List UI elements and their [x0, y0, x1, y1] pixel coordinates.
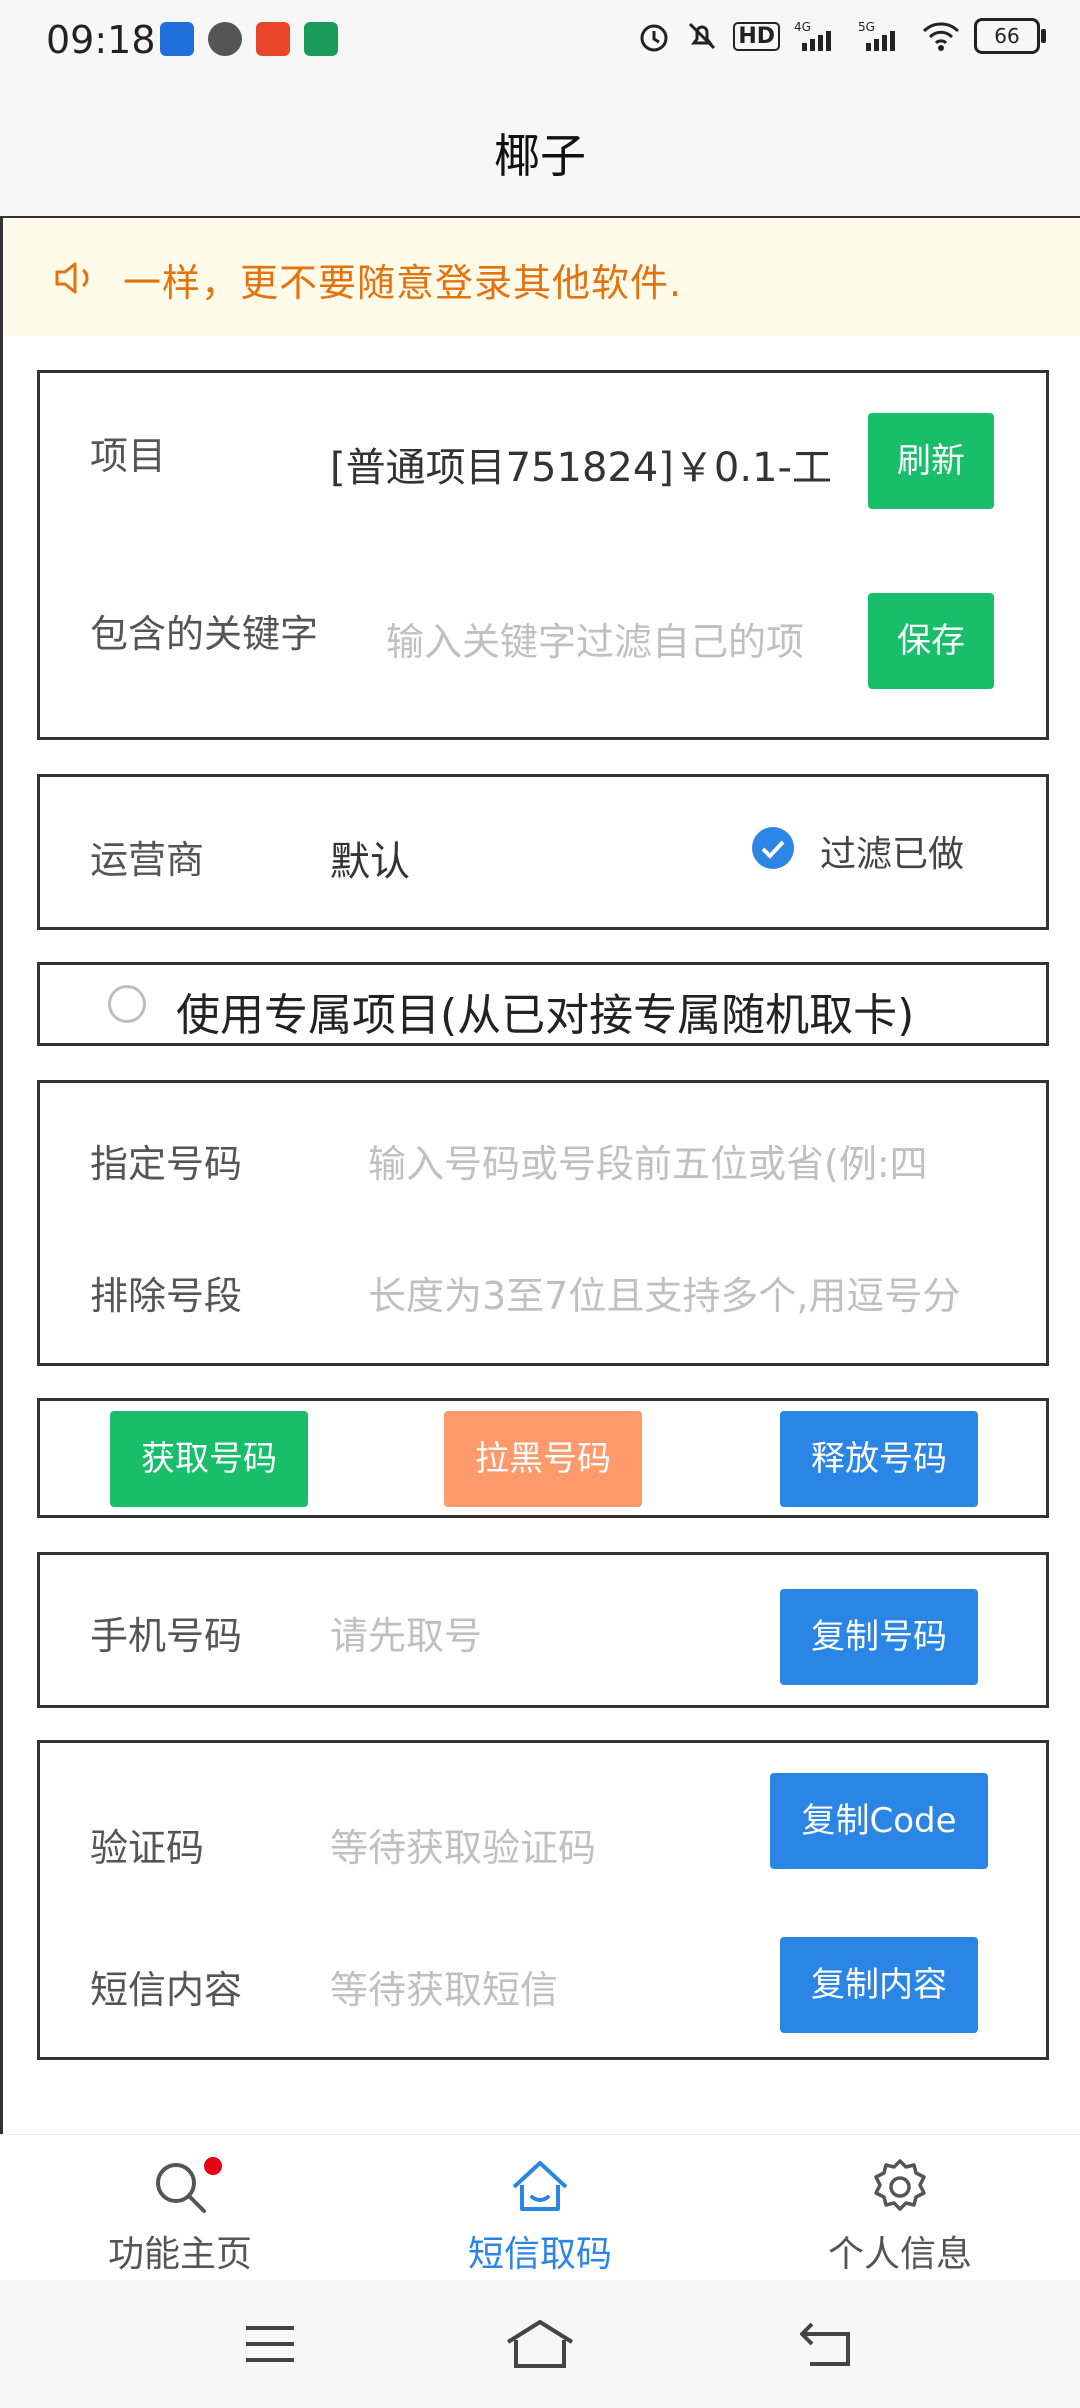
wifi-icon [922, 22, 960, 51]
svg-text:4G: 4G [794, 20, 811, 34]
specify-number-input[interactable]: 输入号码或号段前五位或省(例:四 [368, 1133, 1004, 1188]
refresh-button[interactable]: 刷新 [868, 413, 994, 509]
tab-home-label: 功能主页 [107, 2234, 252, 2275]
status-bar: 09:18 HD 4G 5G 66 [0, 0, 1080, 84]
phone-number-card: 手机号码 请先取号 复制号码 [37, 1552, 1049, 1708]
sms-card: 验证码 等待获取验证码 复制Code 短信内容 等待获取短信 复制内容 [37, 1740, 1049, 2060]
app-notification-icon [160, 22, 194, 56]
notification-icons [160, 22, 338, 56]
signal-4g-icon: 4G [794, 20, 831, 51]
verification-code-label: 验证码 [90, 1826, 205, 1870]
phone-number-label: 手机号码 [90, 1614, 243, 1658]
alarm-icon [640, 24, 668, 52]
tab-profile[interactable]: 个人信息 [780, 2135, 1020, 2281]
actions-card: 获取号码 拉黑号码 释放号码 [37, 1398, 1049, 1518]
tab-sms[interactable]: 短信取码 [420, 2135, 660, 2281]
home-nav-icon[interactable] [504, 2316, 576, 2372]
exclude-segment-input[interactable]: 长度为3至7位且支持多个,用逗号分 [368, 1265, 1004, 1320]
gear-icon [874, 2159, 926, 2211]
sms-content-label: 短信内容 [90, 1968, 243, 2012]
home-icon [512, 2161, 568, 2211]
carrier-select[interactable]: 默认 [330, 829, 410, 887]
speaker-icon [55, 262, 89, 294]
menu-icon[interactable] [240, 2316, 300, 2372]
copy-number-button[interactable]: 复制号码 [780, 1589, 978, 1685]
notice-text: 一样，更不要随意登录其他软件. [123, 261, 683, 305]
tab-home[interactable]: 功能主页 [60, 2135, 300, 2281]
project-select[interactable]: [普通项目751824]￥0.1-工 [330, 435, 840, 493]
sms-content-value: 等待获取短信 [330, 1968, 559, 2012]
block-number-button[interactable]: 拉黑号码 [444, 1411, 642, 1507]
release-number-button[interactable]: 释放号码 [780, 1411, 978, 1507]
hd-icon: HD [733, 21, 780, 51]
carrier-card: 运营商 默认 过滤已做 [37, 774, 1049, 930]
signal-5g-icon: 5G [858, 20, 895, 51]
system-nav-bar [0, 2280, 1080, 2408]
page-title: 椰子 [494, 129, 586, 183]
exclusive-radio[interactable] [108, 985, 146, 1023]
notice-bar: 一样，更不要随意登录其他软件. [3, 218, 1080, 336]
exclusive-card: 使用专属项目(从已对接专属随机取卡) [37, 962, 1049, 1046]
carrier-label: 运营商 [90, 838, 205, 882]
mute-icon [689, 22, 716, 50]
battery-icon: 66 [974, 18, 1046, 54]
message-icon [208, 22, 242, 56]
back-icon[interactable] [796, 2316, 856, 2372]
svg-text:5G: 5G [858, 20, 875, 34]
navigation-bar: 椰子 [0, 84, 1080, 218]
exclude-segment-label: 排除号段 [90, 1274, 243, 1318]
check-icon [761, 840, 785, 859]
save-button[interactable]: 保存 [868, 593, 994, 689]
notification-dot [204, 2157, 222, 2175]
copy-code-button[interactable]: 复制Code [770, 1773, 988, 1869]
number-filter-card: 指定号码 输入号码或号段前五位或省(例:四 排除号段 长度为3至7位且支持多个,… [37, 1080, 1049, 1366]
specify-number-label: 指定号码 [90, 1142, 243, 1186]
status-right: HD 4G 5G 66 [637, 18, 1046, 54]
exclusive-label[interactable]: 使用专属项目(从已对接专属随机取卡) [176, 979, 914, 1043]
get-number-button[interactable]: 获取号码 [110, 1411, 308, 1507]
verification-code-value: 等待获取验证码 [330, 1826, 597, 1870]
keyword-label: 包含的关键字 [90, 612, 319, 656]
search-icon [156, 2163, 206, 2213]
app-notification-icon [304, 22, 338, 56]
tab-profile-label: 个人信息 [827, 2234, 972, 2275]
main-content: 一样，更不要随意登录其他软件. 项目 [普通项目751824]￥0.1-工 刷新… [0, 218, 1080, 2134]
app-notification-icon [256, 22, 290, 56]
filter-done-label: 过滤已做 [820, 834, 965, 875]
project-card: 项目 [普通项目751824]￥0.1-工 刷新 包含的关键字 输入关键字过滤自… [37, 370, 1049, 740]
tab-sms-label: 短信取码 [467, 2234, 612, 2275]
project-label: 项目 [90, 434, 167, 478]
filter-done-checkbox[interactable] [752, 827, 794, 869]
status-time: 09:18 [46, 18, 156, 62]
phone-number-value: 请先取号 [330, 1614, 483, 1658]
keyword-input[interactable]: 输入关键字过滤自己的项 [386, 611, 846, 666]
bottom-tab-bar: 功能主页 短信取码 个人信息 [0, 2134, 1080, 2281]
copy-content-button[interactable]: 复制内容 [780, 1937, 978, 2033]
